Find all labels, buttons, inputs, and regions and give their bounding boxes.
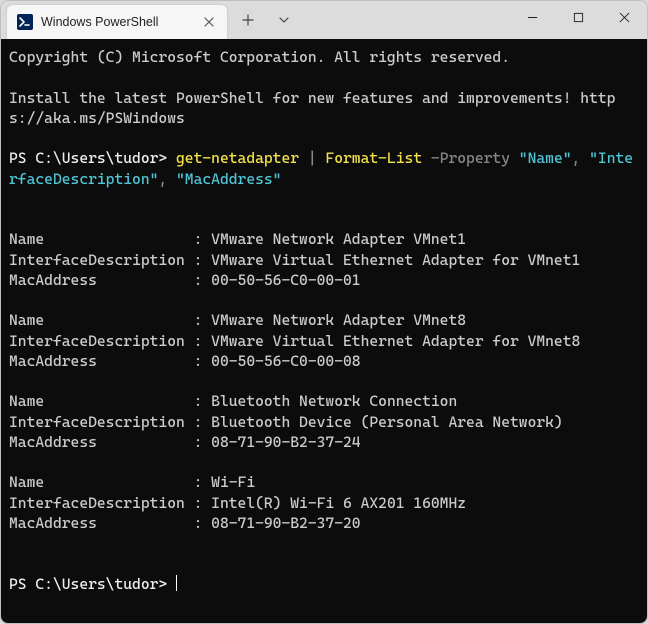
cmd-comma: , — [158, 170, 176, 188]
output-value: 00-50-56-C0-00-08 — [211, 352, 360, 370]
cmd-pipe: | — [299, 149, 325, 167]
titlebar[interactable]: Windows PowerShell — [1, 1, 647, 39]
terminal-viewport[interactable]: Copyright (C) Microsoft Corporation. All… — [1, 39, 647, 623]
output-value: Intel(R) Wi-Fi 6 AX201 160MHz — [211, 494, 466, 512]
tab-dropdown-button[interactable] — [269, 5, 299, 35]
prompt-2: PS C:\Users\tudor> — [9, 575, 176, 593]
maximize-button[interactable] — [555, 1, 601, 33]
cmd-property-flag: -Property — [422, 149, 519, 167]
output-label-mac: MacAddress : — [9, 352, 211, 370]
cmd-format-list: Format-List — [325, 149, 422, 167]
output-label-mac: MacAddress : — [9, 433, 211, 451]
output-label-ifdesc: InterfaceDescription : — [9, 413, 211, 431]
output-value: Bluetooth Network Connection — [211, 392, 457, 410]
copyright-line: Copyright (C) Microsoft Corporation. All… — [9, 48, 510, 66]
tab-title: Windows PowerShell — [41, 15, 193, 29]
minimize-button[interactable] — [509, 1, 555, 33]
close-window-button[interactable] — [601, 1, 647, 33]
output-value: Wi-Fi — [211, 473, 255, 491]
output-label-ifdesc: InterfaceDescription : — [9, 494, 211, 512]
tab-powershell[interactable]: Windows PowerShell — [7, 5, 227, 39]
output-value: VMware Virtual Ethernet Adapter for VMne… — [211, 251, 580, 269]
tabbar-actions — [233, 1, 299, 39]
output-label-name: Name : — [9, 311, 211, 329]
output-label-ifdesc: InterfaceDescription : — [9, 251, 211, 269]
window-root: Windows PowerShell — [0, 0, 648, 624]
output-label-name: Name : — [9, 392, 211, 410]
output-label-mac: MacAddress : — [9, 514, 211, 532]
output-value: Bluetooth Device (Personal Area Network) — [211, 413, 563, 431]
output-value: 08-71-90-B2-37-24 — [211, 433, 360, 451]
output-label-mac: MacAddress : — [9, 271, 211, 289]
prompt-1: PS C:\Users\tudor> — [9, 149, 176, 167]
install-banner: Install the latest PowerShell for new fe… — [9, 89, 615, 127]
output-label-name: Name : — [9, 473, 211, 491]
cmd-get-netadapter: get-netadapter — [176, 149, 299, 167]
output-value: 08-71-90-B2-37-20 — [211, 514, 360, 532]
output-value: VMware Virtual Ethernet Adapter for VMne… — [211, 332, 580, 350]
powershell-icon — [17, 14, 33, 30]
cmd-prop-mac: "MacAddress" — [176, 170, 281, 188]
tab-close-button[interactable] — [201, 14, 217, 30]
text-cursor — [176, 575, 177, 591]
output-value: VMware Network Adapter VMnet8 — [211, 311, 466, 329]
cmd-comma: , — [572, 149, 590, 167]
output-value: 00-50-56-C0-00-01 — [211, 271, 360, 289]
window-controls — [509, 1, 647, 39]
cmd-prop-name: "Name" — [519, 149, 572, 167]
output-label-name: Name : — [9, 230, 211, 248]
output-value: VMware Network Adapter VMnet1 — [211, 230, 466, 248]
output-label-ifdesc: InterfaceDescription : — [9, 332, 211, 350]
new-tab-button[interactable] — [233, 5, 263, 35]
